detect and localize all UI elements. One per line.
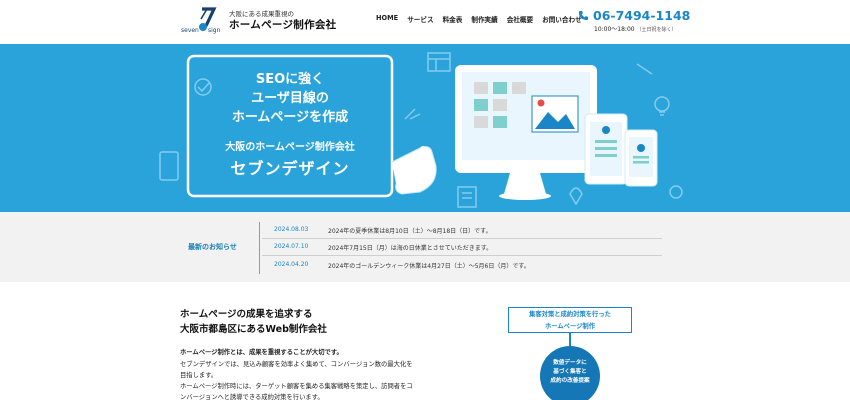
news-date: 2024.07.10 [274, 243, 309, 250]
news-date: 2024.04.20 [274, 261, 309, 268]
hero-subheading: 大阪のホームページ制作会社 [225, 142, 355, 153]
intro-heading-1: ホームページの成果を追求する [180, 309, 313, 320]
svg-text:seven: seven [181, 27, 199, 34]
hero-headline-1: SEOに強く [255, 72, 325, 87]
feature-connector [569, 333, 571, 347]
nav-pricing[interactable]: 料金表 [443, 14, 463, 24]
feature-circle-line-3: 成約の改善提案 [550, 378, 590, 384]
svg-text:sign: sign [208, 27, 221, 34]
intro-paragraph: セブンデザインでは、見込み顧客を効率よく集めて、コンバージョン数の最大化を [180, 361, 413, 368]
hero-headline-3: ホームページを作成 [231, 110, 349, 125]
site-header: seven sign 大阪にある成果重視の ホームページ制作会社 HOME サー… [0, 0, 850, 40]
intro-heading-2: 大阪市都島区にあるWeb制作会社 [180, 324, 327, 335]
feature-box-line-1: 集客対策と成約対策を行った [529, 311, 611, 318]
news-text[interactable]: 2024年7月15日（月）は海の日休業とさせていただきます。 [328, 243, 492, 252]
nav-home[interactable]: HOME [376, 14, 398, 24]
hero-headline-2: ユーザ目線の [251, 91, 329, 106]
news-date: 2024.08.03 [274, 226, 309, 233]
main-nav: HOME サービス 料金表 制作実績 会社概要 お問い合わせ [376, 14, 591, 24]
hours-time: 10:00～18:00 [594, 26, 635, 33]
news-item[interactable]: 2024.04.20 2024年のゴールデンウィーク休業は4月27日（土）～5月… [262, 256, 662, 274]
intro-paragraph: ンバージョンへと誘導できる成約対策を行います。 [180, 394, 324, 400]
site-title[interactable]: ホームページ制作会社 [229, 17, 336, 32]
news-section: 最新のお知らせ 2024.08.03 2024年の夏季休業は8月10日（土）～8… [0, 212, 850, 282]
news-item[interactable]: 2024.07.10 2024年7月15日（月）は海の日休業とさせていただきます… [262, 238, 662, 256]
nav-contact[interactable]: お問い合わせ [542, 14, 582, 24]
hours-note: （土日祝を除く） [636, 27, 677, 33]
seven-design-logo[interactable]: seven sign [180, 6, 226, 34]
phone-number[interactable]: 06-7494-1148 [593, 8, 690, 23]
phone-icon [578, 10, 589, 21]
nav-service[interactable]: サービス [407, 14, 433, 24]
hero-banner: SEOに強く ユーザ目線の ホームページを作成 大阪のホームページ制作会社 セブ… [0, 44, 850, 212]
feature-circle-line-1: 数値データに [553, 360, 587, 366]
hero-brand: セブンデザイン [230, 159, 350, 178]
news-text[interactable]: 2024年の夏季休業は8月10日（土）～8月18日（日）です。 [328, 226, 492, 235]
intro-paragraph: 目指します。 [180, 372, 218, 379]
news-divider [259, 222, 260, 274]
feature-circle-line-2: 基づく集客と [553, 369, 587, 375]
intro-paragraph: ホームページ制作時には、ターゲット顧客を集める集客戦略を策定し、訪問者をコ [180, 383, 413, 390]
feature-circle: 数値データに 基づく集客と 成約の改善提案 [540, 346, 600, 400]
news-item[interactable]: 2024.08.03 2024年の夏季休業は8月10日（土）～8月18日（日）で… [262, 221, 662, 239]
intro-lead: ホームページ制作とは、成果を重視することが大切です。 [180, 349, 343, 356]
nav-company[interactable]: 会社概要 [507, 14, 533, 24]
feature-box-line-2: ホームページ制作 [544, 323, 596, 330]
business-hours: 10:00～18:00 （土日祝を除く） [594, 24, 677, 33]
feature-box: 集客対策と成約対策を行った ホームページ制作 [508, 307, 632, 333]
hero-illustration [159, 52, 683, 208]
nav-works[interactable]: 制作実績 [471, 14, 497, 24]
news-title: 最新のお知らせ [188, 243, 237, 251]
news-text[interactable]: 2024年のゴールデンウィーク休業は4月27日（土）～5月6日（月）です。 [328, 261, 530, 270]
